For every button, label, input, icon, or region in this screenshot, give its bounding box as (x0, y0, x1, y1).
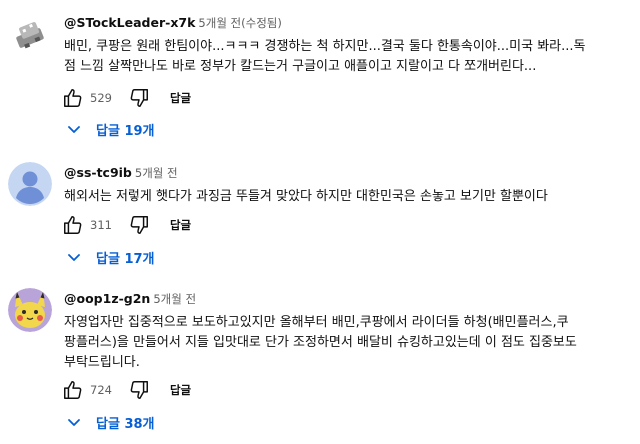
like-count: 311 (90, 218, 112, 232)
chevron-down-icon (66, 249, 82, 265)
comment-author[interactable]: @STockLeader-x7k (64, 15, 195, 30)
thumbs-down-icon[interactable] (128, 379, 150, 401)
reply-button[interactable]: 답글 (170, 90, 191, 106)
comment-text: 배민, 쿠팡은 원래 한팀이야...ㅋㅋㅋ 경쟁하는 척 하지만...결국 둘다… (64, 39, 586, 74)
chevron-down-icon (66, 121, 82, 137)
thumbs-up-icon[interactable] (62, 87, 84, 109)
replies-count-label: 답글 19개 (96, 123, 155, 139)
thumbs-down-icon[interactable] (128, 214, 150, 236)
reply-button[interactable]: 답글 (170, 217, 191, 233)
default-person-avatar[interactable] (8, 162, 52, 206)
comment-text: 자영업자만 집중적으로 보도하고있지만 올해부터 배민,쿠팡에서 라이더들 하청… (64, 315, 577, 370)
replies-count-label: 답글 38개 (96, 416, 155, 432)
thumbs-up-icon[interactable] (62, 214, 84, 236)
comment-author[interactable]: @ss-tc9ib (64, 165, 132, 180)
comment-actions: 724 답글 (62, 378, 191, 402)
like-count: 529 (90, 91, 112, 105)
reply-button[interactable]: 답글 (170, 382, 191, 398)
comment-actions: 311 답글 (62, 213, 191, 237)
view-replies-button[interactable]: 답글 17개 (66, 246, 155, 268)
pikachu-avatar[interactable] (8, 288, 52, 332)
comment-timestamp[interactable]: 5개월 전(수정됨) (198, 16, 281, 30)
comment-meta: @STockLeader-x7k 5개월 전(수정됨) (64, 15, 628, 31)
like-count: 724 (90, 383, 112, 397)
thumbs-down-icon[interactable] (128, 87, 150, 109)
comment-meta: @ss-tc9ib 5개월 전 (64, 165, 628, 181)
replies-count-label: 답글 17개 (96, 251, 155, 267)
chevron-down-icon (66, 414, 82, 430)
comment-actions: 529 답글 (62, 86, 191, 110)
comment-meta: @oop1z-g2n 5개월 전 (64, 291, 628, 307)
view-replies-button[interactable]: 답글 19개 (66, 118, 155, 140)
comment-text: 해외서는 저렇게 햇다가 과징금 뚜들겨 맞았다 하지만 대한민국은 손놓고 보… (64, 189, 548, 204)
comment-timestamp[interactable]: 5개월 전 (135, 166, 178, 180)
thumbs-up-icon[interactable] (62, 379, 84, 401)
view-replies-button[interactable]: 답글 38개 (66, 411, 155, 433)
comment-timestamp[interactable]: 5개월 전 (153, 292, 196, 306)
comment-author[interactable]: @oop1z-g2n (64, 291, 150, 306)
robot-avatar[interactable] (8, 12, 52, 56)
